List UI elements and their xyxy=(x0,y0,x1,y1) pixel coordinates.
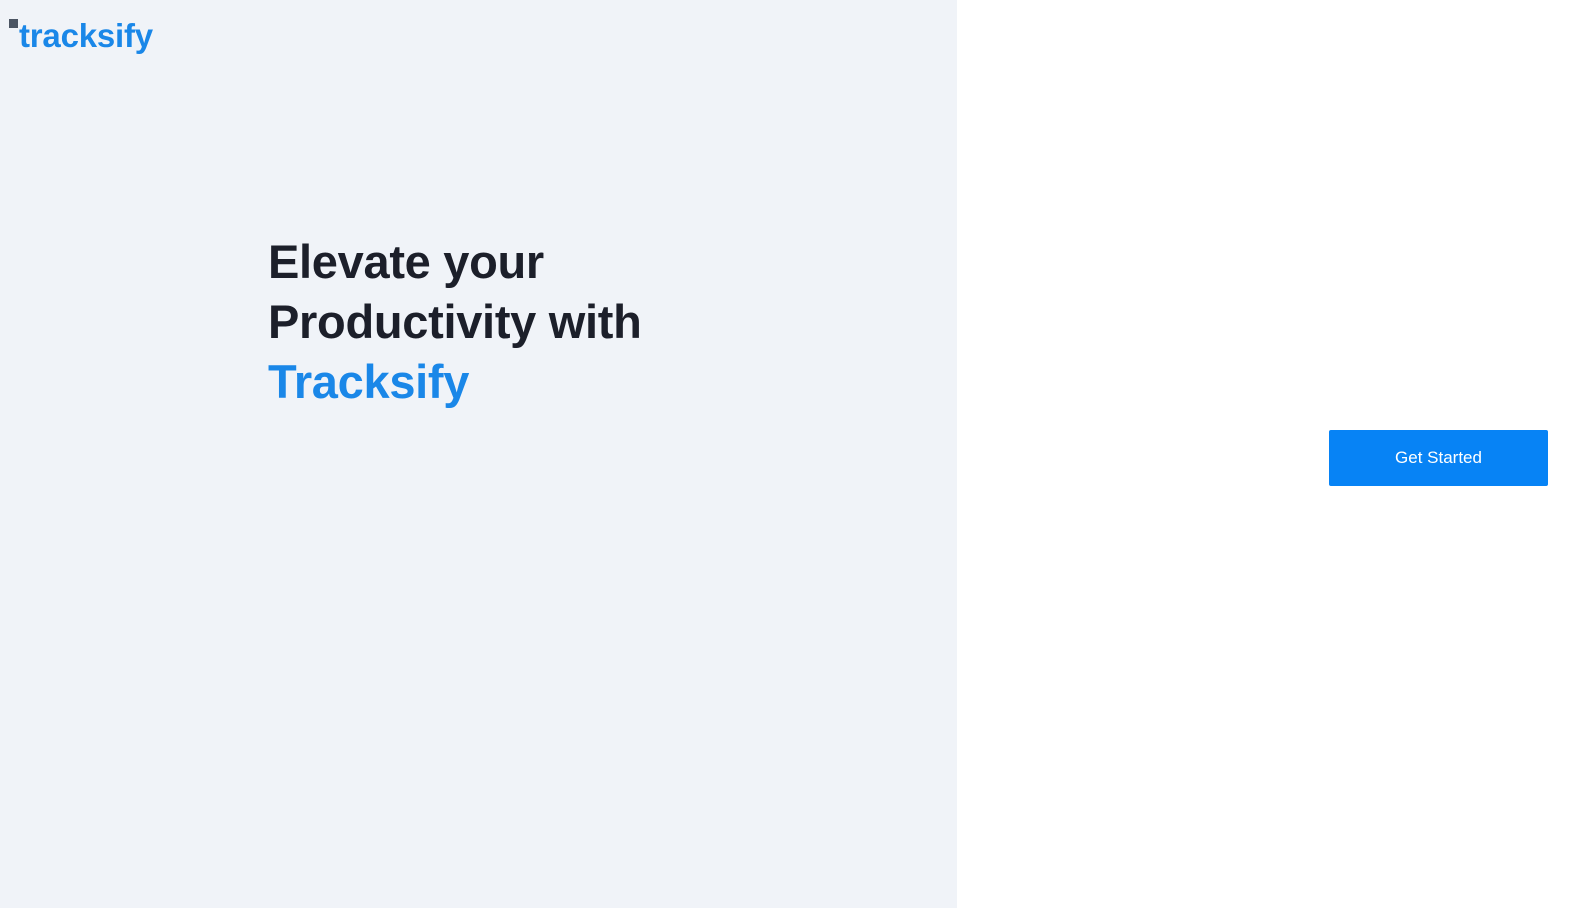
logo-square-icon xyxy=(9,19,18,28)
get-started-button[interactable]: Get Started xyxy=(1329,430,1548,486)
headline-line-1: Elevate your xyxy=(268,235,544,288)
landing-page: tracksify Elevate your Productivity with… xyxy=(0,0,1588,908)
logo-text: tracksify xyxy=(19,17,153,54)
brand-logo[interactable]: tracksify xyxy=(9,16,153,56)
hero-panel: tracksify Elevate your Productivity with… xyxy=(0,0,957,908)
headline-brand-name: Tracksify xyxy=(268,355,470,408)
headline-line-2: Productivity with xyxy=(268,295,642,348)
hero-headline: Elevate your Productivity with Tracksify xyxy=(268,232,642,412)
